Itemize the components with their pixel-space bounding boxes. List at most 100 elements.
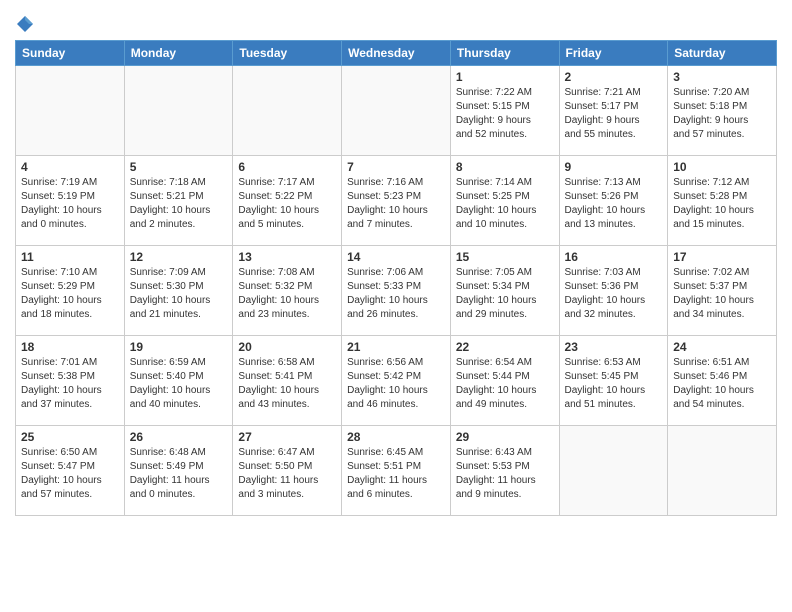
day-cell: 21 Sunrise: 6:56 AM Sunset: 5:42 PM Dayli… bbox=[342, 336, 451, 426]
day-cell: 13 Sunrise: 7:08 AM Sunset: 5:32 PM Dayli… bbox=[233, 246, 342, 336]
day-number: 7 bbox=[347, 160, 445, 174]
day-number: 10 bbox=[673, 160, 771, 174]
day-cell: 19 Sunrise: 6:59 AM Sunset: 5:40 PM Dayli… bbox=[124, 336, 233, 426]
day-info: Sunrise: 7:02 AM Sunset: 5:37 PM Dayligh… bbox=[673, 266, 771, 322]
day-info: Sunrise: 7:19 AM Sunset: 5:19 PM Dayligh… bbox=[21, 176, 119, 232]
logo-icon bbox=[15, 14, 35, 34]
day-info: Sunrise: 6:48 AM Sunset: 5:49 PM Dayligh… bbox=[130, 446, 228, 502]
day-cell: 11 Sunrise: 7:10 AM Sunset: 5:29 PM Dayli… bbox=[16, 246, 125, 336]
day-info: Sunrise: 7:20 AM Sunset: 5:18 PM Dayligh… bbox=[673, 86, 771, 142]
day-number: 11 bbox=[21, 250, 119, 264]
day-info: Sunrise: 6:59 AM Sunset: 5:40 PM Dayligh… bbox=[130, 356, 228, 412]
day-number: 1 bbox=[456, 70, 554, 84]
day-info: Sunrise: 7:03 AM Sunset: 5:36 PM Dayligh… bbox=[565, 266, 663, 322]
day-number: 20 bbox=[238, 340, 336, 354]
day-cell: 2Sunrise: 7:21 AM Sunset: 5:17 PM Daylig… bbox=[559, 66, 668, 156]
day-number: 8 bbox=[456, 160, 554, 174]
day-number: 23 bbox=[565, 340, 663, 354]
day-cell: 7Sunrise: 7:16 AM Sunset: 5:23 PM Daylig… bbox=[342, 156, 451, 246]
day-cell: 4 Sunrise: 7:19 AM Sunset: 5:19 PM Daylig… bbox=[16, 156, 125, 246]
day-cell: 9 Sunrise: 7:13 AM Sunset: 5:26 PM Daylig… bbox=[559, 156, 668, 246]
day-cell: 1 Sunrise: 7:22 AM Sunset: 5:15 PM Daylig… bbox=[450, 66, 559, 156]
day-info: Sunrise: 6:47 AM Sunset: 5:50 PM Dayligh… bbox=[238, 446, 336, 502]
day-number: 16 bbox=[565, 250, 663, 264]
day-info: Sunrise: 6:53 AM Sunset: 5:45 PM Dayligh… bbox=[565, 356, 663, 412]
day-cell: 5 Sunrise: 7:18 AM Sunset: 5:21 PM Daylig… bbox=[124, 156, 233, 246]
day-cell bbox=[668, 426, 777, 516]
day-info: Sunrise: 6:50 AM Sunset: 5:47 PM Dayligh… bbox=[21, 446, 119, 502]
day-info: Sunrise: 6:51 AM Sunset: 5:46 PM Dayligh… bbox=[673, 356, 771, 412]
day-cell: 25 Sunrise: 6:50 AM Sunset: 5:47 PM Dayli… bbox=[16, 426, 125, 516]
day-info: Sunrise: 7:13 AM Sunset: 5:26 PM Dayligh… bbox=[565, 176, 663, 232]
day-number: 26 bbox=[130, 430, 228, 444]
day-info: Sunrise: 6:45 AM Sunset: 5:51 PM Dayligh… bbox=[347, 446, 445, 502]
week-row-1: 1 Sunrise: 7:22 AM Sunset: 5:15 PM Daylig… bbox=[16, 66, 777, 156]
day-cell: 26 Sunrise: 6:48 AM Sunset: 5:49 PM Dayli… bbox=[124, 426, 233, 516]
day-info: Sunrise: 7:22 AM Sunset: 5:15 PM Dayligh… bbox=[456, 86, 554, 142]
weekday-header-saturday: Saturday bbox=[668, 41, 777, 66]
day-number: 27 bbox=[238, 430, 336, 444]
weekday-header-friday: Friday bbox=[559, 41, 668, 66]
day-cell: 22 Sunrise: 6:54 AM Sunset: 5:44 PM Dayli… bbox=[450, 336, 559, 426]
day-number: 13 bbox=[238, 250, 336, 264]
day-cell bbox=[16, 66, 125, 156]
day-info: Sunrise: 6:54 AM Sunset: 5:44 PM Dayligh… bbox=[456, 356, 554, 412]
day-cell: 17 Sunrise: 7:02 AM Sunset: 5:37 PM Dayli… bbox=[668, 246, 777, 336]
day-number: 6 bbox=[238, 160, 336, 174]
day-cell: 15Sunrise: 7:05 AM Sunset: 5:34 PM Dayli… bbox=[450, 246, 559, 336]
day-number: 2 bbox=[565, 70, 663, 84]
day-cell: 12 Sunrise: 7:09 AM Sunset: 5:30 PM Dayli… bbox=[124, 246, 233, 336]
day-info: Sunrise: 7:18 AM Sunset: 5:21 PM Dayligh… bbox=[130, 176, 228, 232]
day-info: Sunrise: 6:43 AM Sunset: 5:53 PM Dayligh… bbox=[456, 446, 554, 502]
day-number: 3 bbox=[673, 70, 771, 84]
day-cell: 27 Sunrise: 6:47 AM Sunset: 5:50 PM Dayli… bbox=[233, 426, 342, 516]
day-number: 24 bbox=[673, 340, 771, 354]
weekday-header-row: SundayMondayTuesdayWednesdayThursdayFrid… bbox=[16, 41, 777, 66]
week-row-5: 25 Sunrise: 6:50 AM Sunset: 5:47 PM Dayli… bbox=[16, 426, 777, 516]
day-info: Sunrise: 7:06 AM Sunset: 5:33 PM Dayligh… bbox=[347, 266, 445, 322]
day-number: 17 bbox=[673, 250, 771, 264]
day-cell: 3 Sunrise: 7:20 AM Sunset: 5:18 PM Daylig… bbox=[668, 66, 777, 156]
day-number: 4 bbox=[21, 160, 119, 174]
weekday-header-wednesday: Wednesday bbox=[342, 41, 451, 66]
day-info: Sunrise: 6:58 AM Sunset: 5:41 PM Dayligh… bbox=[238, 356, 336, 412]
day-cell: 8Sunrise: 7:14 AM Sunset: 5:25 PM Daylig… bbox=[450, 156, 559, 246]
day-cell: 16 Sunrise: 7:03 AM Sunset: 5:36 PM Dayli… bbox=[559, 246, 668, 336]
day-number: 18 bbox=[21, 340, 119, 354]
weekday-header-tuesday: Tuesday bbox=[233, 41, 342, 66]
logo bbox=[15, 14, 39, 34]
day-number: 14 bbox=[347, 250, 445, 264]
day-number: 25 bbox=[21, 430, 119, 444]
weekday-header-thursday: Thursday bbox=[450, 41, 559, 66]
header-area bbox=[15, 10, 777, 34]
day-cell: 28 Sunrise: 6:45 AM Sunset: 5:51 PM Dayli… bbox=[342, 426, 451, 516]
day-number: 15 bbox=[456, 250, 554, 264]
week-row-4: 18Sunrise: 7:01 AM Sunset: 5:38 PM Dayli… bbox=[16, 336, 777, 426]
day-cell: 20 Sunrise: 6:58 AM Sunset: 5:41 PM Dayli… bbox=[233, 336, 342, 426]
day-cell bbox=[124, 66, 233, 156]
day-cell: 6 Sunrise: 7:17 AM Sunset: 5:22 PM Daylig… bbox=[233, 156, 342, 246]
day-cell: 29 Sunrise: 6:43 AM Sunset: 5:53 PM Dayli… bbox=[450, 426, 559, 516]
day-number: 9 bbox=[565, 160, 663, 174]
day-info: Sunrise: 7:09 AM Sunset: 5:30 PM Dayligh… bbox=[130, 266, 228, 322]
day-number: 12 bbox=[130, 250, 228, 264]
day-info: Sunrise: 7:08 AM Sunset: 5:32 PM Dayligh… bbox=[238, 266, 336, 322]
day-cell bbox=[559, 426, 668, 516]
day-info: Sunrise: 6:56 AM Sunset: 5:42 PM Dayligh… bbox=[347, 356, 445, 412]
day-info: Sunrise: 7:17 AM Sunset: 5:22 PM Dayligh… bbox=[238, 176, 336, 232]
day-number: 29 bbox=[456, 430, 554, 444]
day-number: 19 bbox=[130, 340, 228, 354]
week-row-2: 4 Sunrise: 7:19 AM Sunset: 5:19 PM Daylig… bbox=[16, 156, 777, 246]
day-cell: 18Sunrise: 7:01 AM Sunset: 5:38 PM Dayli… bbox=[16, 336, 125, 426]
day-number: 5 bbox=[130, 160, 228, 174]
day-number: 22 bbox=[456, 340, 554, 354]
day-number: 28 bbox=[347, 430, 445, 444]
day-number: 21 bbox=[347, 340, 445, 354]
day-cell: 23 Sunrise: 6:53 AM Sunset: 5:45 PM Dayli… bbox=[559, 336, 668, 426]
calendar-table: SundayMondayTuesdayWednesdayThursdayFrid… bbox=[15, 40, 777, 516]
day-cell bbox=[233, 66, 342, 156]
day-info: Sunrise: 7:10 AM Sunset: 5:29 PM Dayligh… bbox=[21, 266, 119, 322]
day-cell bbox=[342, 66, 451, 156]
day-cell: 24 Sunrise: 6:51 AM Sunset: 5:46 PM Dayli… bbox=[668, 336, 777, 426]
day-cell: 14 Sunrise: 7:06 AM Sunset: 5:33 PM Dayli… bbox=[342, 246, 451, 336]
